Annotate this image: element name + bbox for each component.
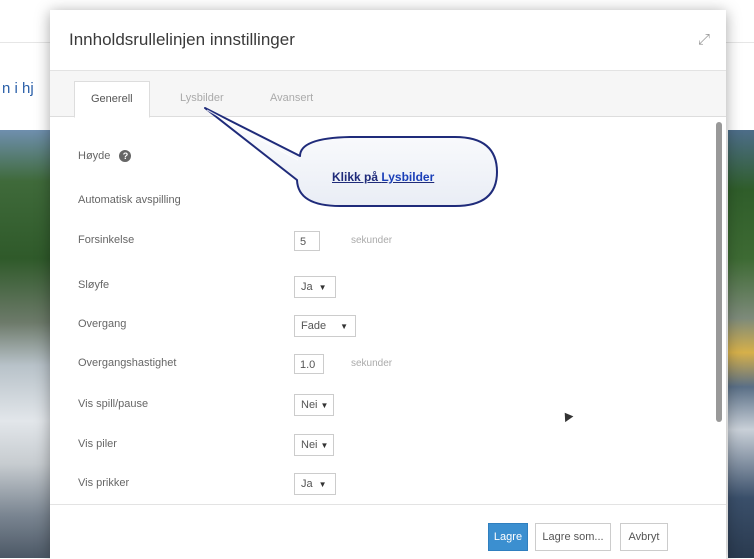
save-button[interactable]: Lagre (488, 523, 528, 551)
dots-label: Vis prikker (78, 477, 130, 489)
callout-prefix: Klikk på (332, 170, 382, 184)
height-row: Høyde ? (78, 150, 132, 163)
chevron-down-icon: ▼ (320, 401, 329, 410)
dots-value: Ja (301, 478, 313, 490)
page-heading-fragment: n i hj (2, 80, 34, 97)
transition-value: Fade (301, 320, 327, 332)
autoplay-label: Automatisk avspilling (78, 194, 181, 206)
play-pause-select[interactable]: Nei ▼ (294, 394, 334, 416)
tab-bar: Generell Lysbilder Avansert (50, 71, 726, 118)
background-photo-right (728, 130, 754, 558)
dots-select[interactable]: Ja ▼ (294, 473, 336, 495)
transition-select[interactable]: Fade ▼ (294, 315, 356, 337)
play-pause-label: Vis spill/pause (78, 398, 149, 410)
transition-speed-input[interactable]: 1.0 (294, 354, 324, 374)
settings-dialog: Innholdsrullelinjen innstillinger ⤢ Gene… (50, 10, 726, 559)
callout-link: Lysbilder (381, 170, 435, 184)
height-label: Høyde (78, 150, 111, 162)
chevron-down-icon: ▼ (318, 480, 327, 489)
transition-label: Overgang (78, 318, 127, 330)
transition-speed-label: Overgangshastighet (78, 357, 177, 369)
delay-label: Forsinkelse (78, 234, 135, 246)
dialog-title: Innholdsrullelinjen innstillinger (69, 30, 295, 49)
chevron-down-icon: ▼ (318, 283, 327, 292)
background-photo-left (0, 130, 50, 558)
loop-select[interactable]: Ja ▼ (294, 276, 336, 298)
delay-input[interactable]: 5 (294, 231, 320, 251)
tab-advanced[interactable]: Avansert (266, 81, 317, 116)
scrollbar[interactable] (716, 122, 722, 422)
help-icon[interactable]: ? (119, 150, 132, 163)
tab-general[interactable]: Generell (74, 81, 150, 118)
arrows-label: Vis piler (78, 438, 117, 450)
dialog-header: Innholdsrullelinjen innstillinger ⤢ (50, 10, 726, 71)
chevron-down-icon: ▼ (340, 322, 348, 331)
arrows-value: Nei (301, 439, 318, 451)
loop-value: Ja (301, 281, 313, 293)
tab-slides[interactable]: Lysbilder (174, 81, 230, 116)
chevron-down-icon: ▼ (320, 441, 329, 450)
callout-text: Klikk på Lysbilder (332, 170, 434, 184)
loop-label: Sløyfe (78, 279, 110, 291)
delay-unit: sekunder (351, 235, 393, 246)
arrows-select[interactable]: Nei ▼ (294, 434, 334, 456)
dialog-footer: Lagre Lagre som... Avbryt (50, 504, 726, 559)
cancel-button[interactable]: Avbryt (620, 523, 668, 551)
play-pause-value: Nei (301, 399, 318, 411)
expand-icon[interactable]: ⤢ (696, 32, 712, 48)
transition-speed-unit: sekunder (351, 358, 393, 369)
save-as-button[interactable]: Lagre som... (535, 523, 611, 551)
